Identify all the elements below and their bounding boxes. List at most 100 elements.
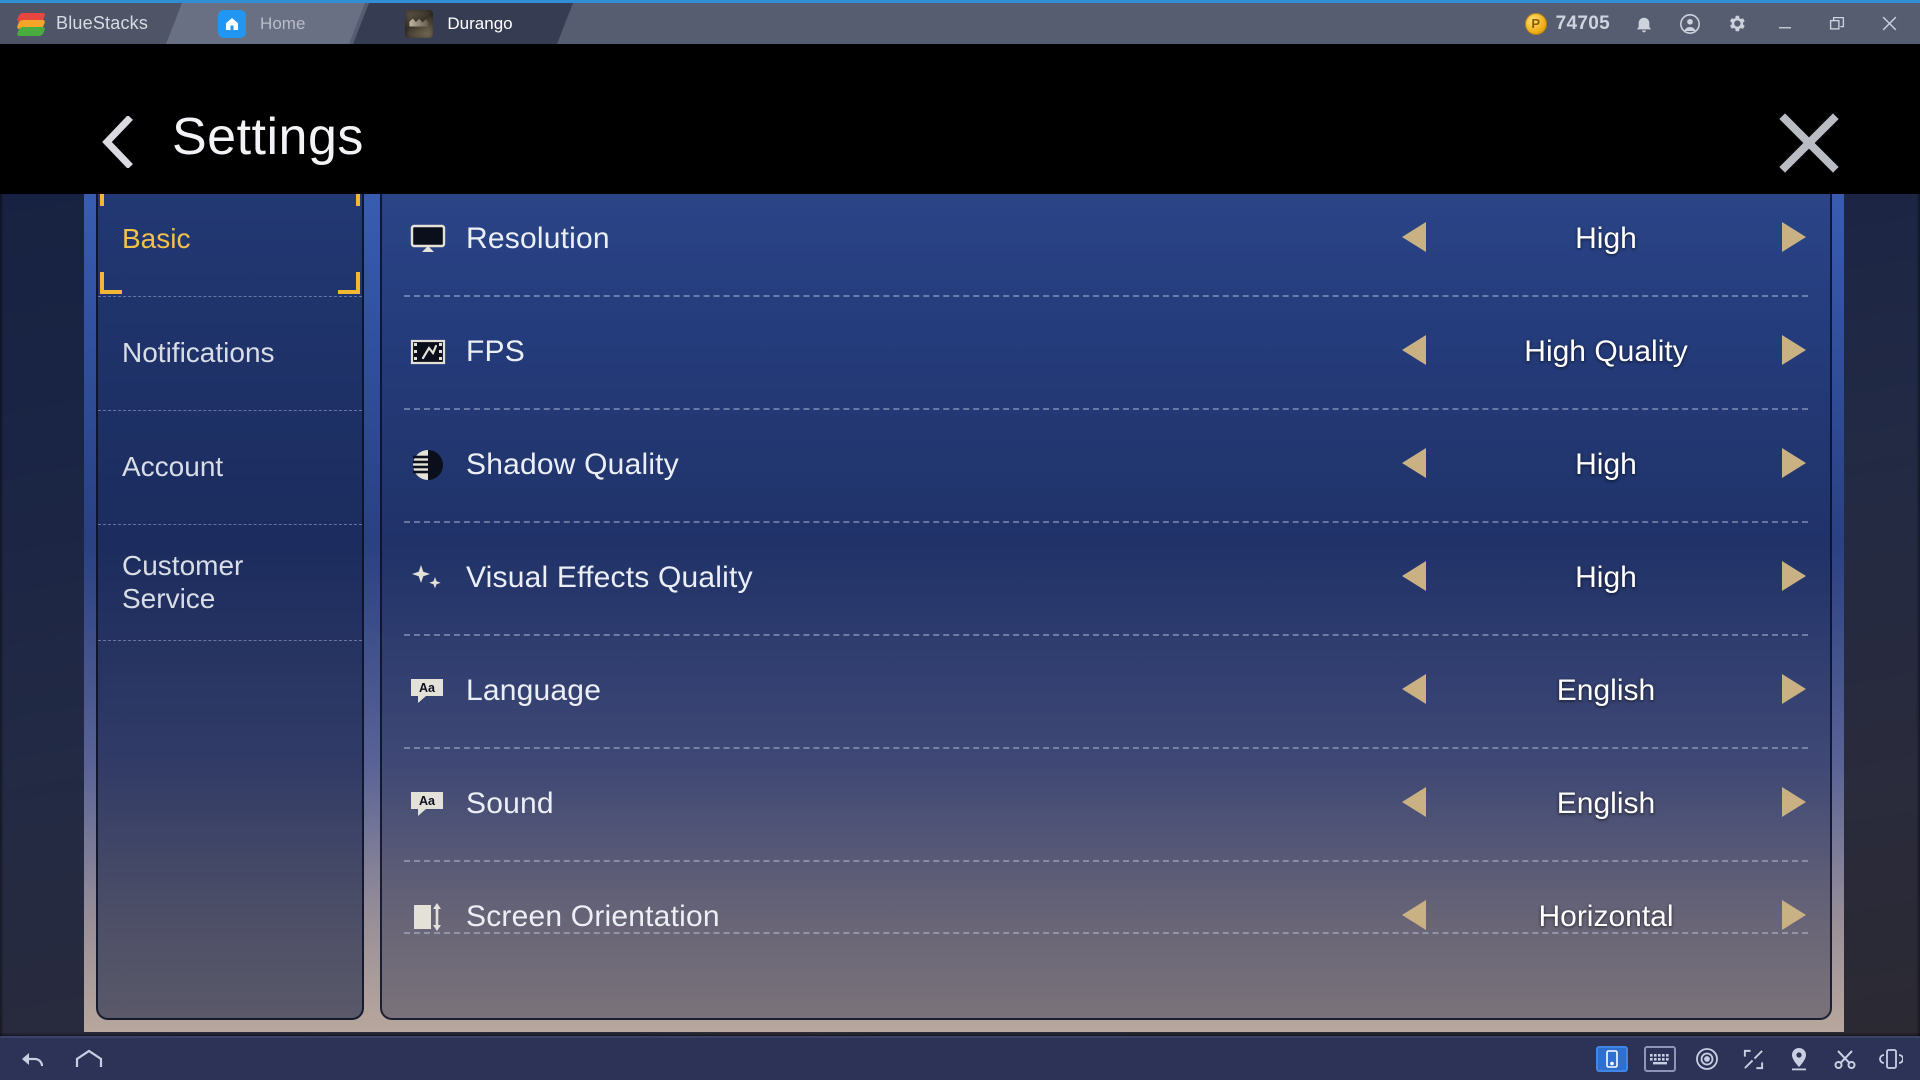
selection-corner-bottom-right-icon [338, 272, 360, 294]
account-icon[interactable] [1678, 12, 1702, 36]
prev-arrow-icon[interactable] [1400, 559, 1434, 597]
bottombar-left-cluster [0, 1046, 104, 1072]
next-arrow-icon[interactable] [1778, 672, 1812, 710]
bluestacks-brand: BlueStacks [0, 3, 193, 44]
settings-frame-inner: Basic Notifications Account Customer Ser… [96, 180, 1832, 1020]
setting-label: FPS [466, 334, 525, 368]
setting-value: English [1556, 786, 1656, 820]
back-icon[interactable] [100, 115, 136, 169]
prev-arrow-icon[interactable] [1400, 333, 1434, 371]
next-arrow-icon[interactable] [1778, 559, 1812, 597]
setting-stepper: High [1400, 446, 1830, 484]
monitor-icon [408, 219, 448, 259]
text-bubble-icon: Aa [408, 671, 448, 711]
prev-arrow-icon[interactable] [1400, 446, 1434, 484]
next-arrow-icon[interactable] [1778, 446, 1812, 484]
svg-text:Aa: Aa [419, 681, 436, 695]
game-thumbnail-icon [405, 9, 434, 38]
setting-value: High Quality [1524, 334, 1688, 368]
screen-rotate-icon [408, 897, 448, 937]
page-title: Settings [172, 108, 364, 166]
setting-stepper: English [1400, 672, 1830, 710]
screenshot-scissors-icon[interactable] [1830, 1046, 1860, 1072]
setting-value: High [1575, 560, 1637, 594]
setting-row-language[interactable]: Aa Language English [382, 634, 1830, 747]
eye-icon[interactable] [1692, 1046, 1722, 1072]
sidebar-item-label: Account [122, 451, 224, 483]
home-icon[interactable] [74, 1046, 104, 1072]
bluestacks-titlebar: BlueStacks Home Durango P 74705 [0, 0, 1920, 44]
selection-corner-bottom-left-icon [100, 272, 122, 294]
setting-stepper: English [1400, 785, 1830, 823]
sidebar-item-label: Notifications [122, 337, 275, 369]
setting-label: Screen Orientation [466, 899, 720, 933]
tab-durango[interactable]: Durango [353, 3, 573, 44]
maximize-icon[interactable] [1822, 12, 1852, 36]
prev-arrow-icon[interactable] [1400, 898, 1434, 936]
setting-label: Shadow Quality [466, 447, 679, 481]
settings-sidebar: Basic Notifications Account Customer Ser… [96, 180, 364, 1020]
next-arrow-icon[interactable] [1778, 220, 1812, 258]
setting-value: Horizontal [1538, 899, 1674, 933]
setting-stepper: High Quality [1400, 333, 1830, 371]
bell-icon[interactable] [1632, 12, 1656, 36]
close-settings-icon[interactable] [1778, 112, 1840, 174]
coin-balance[interactable]: P 74705 [1524, 12, 1610, 35]
fullscreen-icon[interactable] [1738, 1046, 1768, 1072]
setting-row-fps[interactable]: FPS High Quality [382, 295, 1830, 408]
tab-home[interactable]: Home [166, 3, 366, 44]
setting-row-shadow-quality[interactable]: Shadow Quality High [382, 408, 1830, 521]
sidebar-item-basic[interactable]: Basic [98, 182, 362, 296]
bottombar-right-cluster [1596, 1046, 1920, 1072]
setting-value: High [1575, 447, 1637, 481]
setting-value: High [1575, 221, 1637, 255]
sidebar-item-account[interactable]: Account [98, 410, 362, 524]
prev-arrow-icon[interactable] [1400, 220, 1434, 258]
game-viewport: Basic Notifications Account Customer Ser… [0, 44, 1920, 1036]
next-arrow-icon[interactable] [1778, 785, 1812, 823]
setting-value: English [1556, 673, 1656, 707]
setting-row-resolution[interactable]: Resolution High [382, 182, 1830, 295]
coin-count-label: 74705 [1555, 12, 1610, 34]
setting-label: Sound [466, 786, 554, 820]
next-arrow-icon[interactable] [1778, 333, 1812, 371]
sidebar-item-label: Basic [122, 222, 191, 254]
prev-arrow-icon[interactable] [1400, 672, 1434, 710]
setting-label: Resolution [466, 221, 610, 255]
device-phone-icon[interactable] [1596, 1046, 1628, 1072]
shadow-contrast-icon [408, 445, 448, 485]
next-arrow-icon[interactable] [1778, 898, 1812, 936]
back-icon[interactable] [18, 1046, 48, 1072]
keyboard-icon[interactable] [1644, 1046, 1676, 1072]
setting-label: Visual Effects Quality [466, 560, 753, 594]
settings-content-panel: Resolution High FPS High Quality Shadow … [380, 180, 1832, 1020]
svg-text:Aa: Aa [419, 794, 436, 808]
setting-row-screen-orientation[interactable]: Screen Orientation Horizontal [382, 860, 1830, 973]
setting-row-visual-effects-quality[interactable]: Visual Effects Quality High [382, 521, 1830, 634]
bluestacks-logo-icon [16, 12, 46, 36]
text-bubble-icon: Aa [408, 784, 448, 824]
bluestacks-brand-label: BlueStacks [56, 13, 149, 33]
close-icon[interactable] [1874, 12, 1904, 36]
sparkles-icon [408, 558, 448, 598]
bluestacks-bottombar [0, 1036, 1920, 1080]
tab-durango-label: Durango [447, 13, 513, 33]
minimize-icon[interactable] [1770, 12, 1800, 36]
sidebar-item-label: Customer Service [122, 550, 244, 614]
settings-list-end-divider [404, 932, 1808, 934]
settings-header: Settings [0, 44, 1920, 194]
setting-row-sound[interactable]: Aa Sound English [382, 747, 1830, 860]
prev-arrow-icon[interactable] [1400, 785, 1434, 823]
gear-icon[interactable] [1724, 12, 1748, 36]
settings-frame: Basic Notifications Account Customer Ser… [84, 144, 1844, 1032]
location-pin-icon[interactable] [1784, 1046, 1814, 1072]
titlebar-right-cluster: P 74705 [1524, 3, 1920, 44]
tab-home-label: Home [260, 13, 306, 33]
home-icon [218, 9, 247, 38]
sidebar-item-customer-service[interactable]: Customer Service [98, 524, 362, 640]
sidebar-item-notifications[interactable]: Notifications [98, 296, 362, 410]
shake-device-icon[interactable] [1876, 1046, 1906, 1072]
setting-stepper: High [1400, 220, 1830, 258]
sidebar-empty-area [98, 640, 362, 641]
coin-icon: P [1524, 12, 1547, 35]
